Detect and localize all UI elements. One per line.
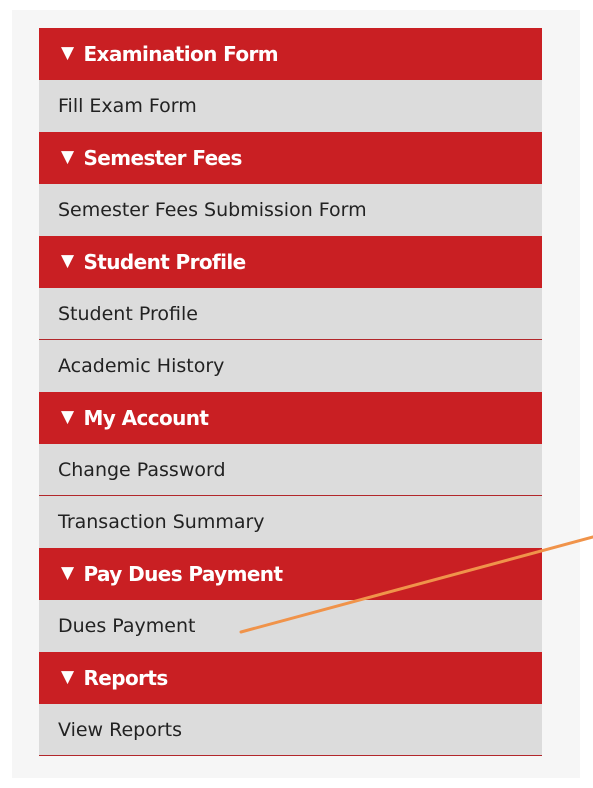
section-header-student-profile[interactable]: ▼ Student Profile <box>39 236 542 288</box>
section-header-my-account[interactable]: ▼ My Account <box>39 392 542 444</box>
menu-item-label: Transaction Summary <box>58 511 265 533</box>
triangle-down-icon: ▼ <box>61 147 74 167</box>
section-header-label: Student Profile <box>83 250 246 274</box>
menu-item-label: Semester Fees Submission Form <box>58 199 367 221</box>
menu-item-label: Dues Payment <box>58 615 196 637</box>
menu-item-transaction-summary[interactable]: Transaction Summary <box>39 496 542 548</box>
section-header-pay-dues-payment[interactable]: ▼ Pay Dues Payment <box>39 548 542 600</box>
menu-item-academic-history[interactable]: Academic History <box>39 340 542 392</box>
menu-item-label: Change Password <box>58 458 226 481</box>
triangle-down-icon: ▼ <box>61 251 74 271</box>
menu-item-dues-payment[interactable]: Dues Payment <box>39 600 542 652</box>
menu-item-semester-fees-submission-form[interactable]: Semester Fees Submission Form <box>39 184 542 236</box>
triangle-down-icon: ▼ <box>61 407 74 427</box>
menu-item-label: View Reports <box>58 718 183 741</box>
section-header-label: Semester Fees <box>83 146 242 170</box>
section-header-semester-fees[interactable]: ▼ Semester Fees <box>39 132 542 184</box>
menu-item-view-reports[interactable]: View Reports <box>39 704 542 756</box>
triangle-down-icon: ▼ <box>61 667 74 687</box>
section-header-label: Pay Dues Payment <box>83 562 283 586</box>
student-portal-menu: ▼ Examination Form Fill Exam Form ▼ Seme… <box>39 28 542 756</box>
menu-item-label: Academic History <box>58 355 225 377</box>
menu-item-fill-exam-form[interactable]: Fill Exam Form <box>39 80 542 132</box>
section-header-label: Reports <box>83 666 168 690</box>
section-header-label: My Account <box>83 406 209 430</box>
section-header-reports[interactable]: ▼ Reports <box>39 652 542 704</box>
menu-item-change-password[interactable]: Change Password <box>39 444 542 496</box>
section-header-examination-form[interactable]: ▼ Examination Form <box>39 28 542 80</box>
menu-item-student-profile[interactable]: Student Profile <box>39 288 542 340</box>
section-header-label: Examination Form <box>83 42 279 66</box>
menu-item-label: Fill Exam Form <box>58 95 197 117</box>
triangle-down-icon: ▼ <box>61 43 74 63</box>
triangle-down-icon: ▼ <box>61 563 74 583</box>
menu-item-label: Student Profile <box>58 302 198 325</box>
